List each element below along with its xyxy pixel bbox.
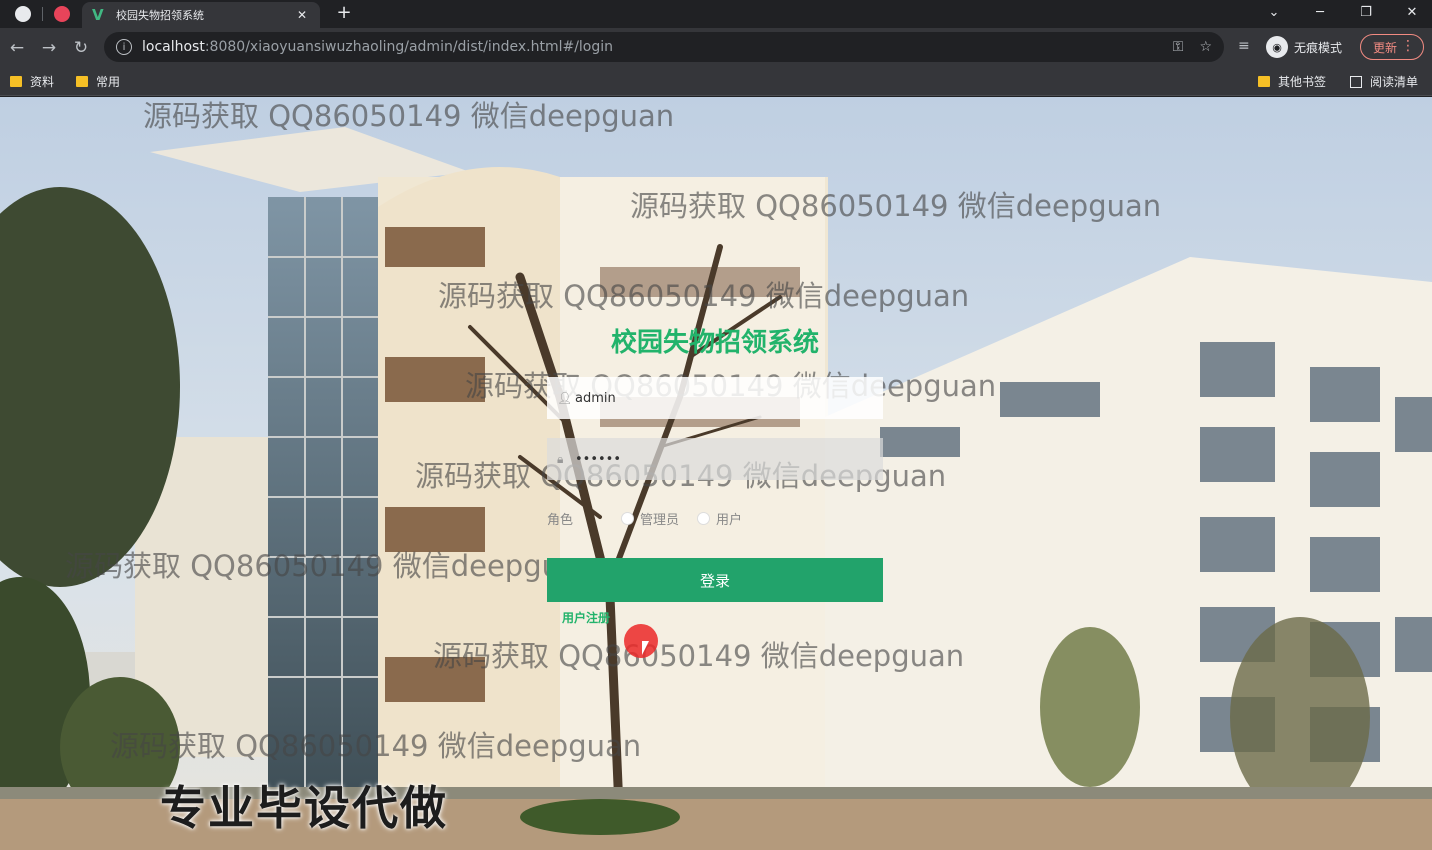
role-option-label[interactable]: 管理员 bbox=[640, 509, 679, 528]
username-field[interactable]: 👤︎ bbox=[547, 377, 883, 419]
role-radio-user[interactable] bbox=[697, 512, 711, 525]
ad-overlay-text: 专业毕设代做 bbox=[160, 781, 448, 835]
minimize-button[interactable]: ─ bbox=[1305, 0, 1335, 24]
user-icon: 👤︎ bbox=[557, 391, 573, 405]
role-radio-admin[interactable] bbox=[621, 512, 635, 525]
forward-icon[interactable]: → bbox=[38, 37, 60, 59]
login-page: 源码获取 QQ86050149 微信deepguan 源码获取 QQ860501… bbox=[0, 97, 1432, 850]
folder-icon bbox=[10, 76, 22, 87]
menu-kebab-icon[interactable]: ⋮ bbox=[1401, 38, 1415, 54]
login-title: 校园失物招领系统 bbox=[610, 328, 819, 358]
watermark-text: 源码获取 QQ86050149 微信deepguan bbox=[630, 189, 1162, 223]
incognito-indicator[interactable]: ◉ 无痕模式 bbox=[1266, 36, 1342, 58]
reading-list-icon bbox=[1350, 75, 1362, 88]
reading-list-label: 阅读清单 bbox=[1370, 75, 1419, 89]
lock-icon: 🔒︎ bbox=[557, 451, 564, 466]
password-field[interactable]: 🔒︎ bbox=[547, 438, 883, 480]
vue-logo-icon: V bbox=[92, 6, 104, 24]
browser-toolbar: ← → ↻ i localhost:8080/xiaoyuansiwuzhaol… bbox=[0, 28, 1432, 66]
folder-icon bbox=[1258, 76, 1270, 87]
watermark-text: 源码获取 QQ86050149 微信deepguan bbox=[143, 99, 675, 133]
restore-button[interactable]: ❐ bbox=[1351, 0, 1381, 24]
media-queue-icon[interactable]: ≡ bbox=[1238, 38, 1250, 54]
pinned-tab-1[interactable] bbox=[4, 0, 42, 28]
watermark-text: 源码获取 QQ86050149 微信deepguan bbox=[65, 549, 597, 583]
folder-icon bbox=[76, 76, 88, 87]
incognito-label: 无痕模式 bbox=[1294, 40, 1343, 55]
url-text[interactable]: localhost:8080/xiaoyuansiwuzhaoling/admi… bbox=[142, 39, 1157, 55]
pinned-tab-2[interactable] bbox=[43, 0, 81, 28]
bookmarks-bar: 资料 常用 其他书签 阅读清单 bbox=[0, 66, 1432, 96]
role-selector: 角色 管理员 用户 bbox=[547, 509, 742, 528]
other-bookmarks-label: 其他书签 bbox=[1278, 75, 1327, 89]
login-button[interactable]: 登录 bbox=[547, 558, 883, 602]
bookmark-label: 资料 bbox=[30, 75, 55, 89]
watermark-text: 源码获取 QQ86050149 微信deepguan bbox=[433, 639, 965, 673]
mouse-cursor-icon bbox=[642, 641, 649, 655]
watermark-text: 源码获取 QQ86050149 微信deepguan bbox=[110, 729, 642, 763]
password-input[interactable] bbox=[575, 451, 865, 467]
tab-close-icon[interactable]: ✕ bbox=[294, 8, 310, 22]
register-link[interactable]: 用户注册 bbox=[562, 609, 610, 626]
key-icon[interactable]: ⚿ bbox=[1173, 39, 1184, 55]
incognito-icon: ◉ bbox=[1266, 36, 1288, 58]
update-button[interactable]: 更新 ⋮ bbox=[1360, 34, 1424, 60]
other-bookmarks[interactable]: 其他书签 bbox=[1258, 73, 1326, 90]
globe-icon bbox=[15, 6, 31, 22]
bookmark-folder-changyong[interactable]: 常用 bbox=[76, 73, 120, 90]
bookmark-label: 常用 bbox=[96, 75, 121, 89]
click-highlight bbox=[624, 624, 658, 658]
reading-list[interactable]: 阅读清单 bbox=[1350, 73, 1418, 90]
tab-search-icon[interactable]: ⌄ bbox=[1259, 0, 1289, 24]
username-input[interactable] bbox=[575, 390, 865, 406]
close-window-button[interactable]: ✕ bbox=[1397, 0, 1427, 24]
update-label: 更新 bbox=[1373, 40, 1398, 55]
tab-strip: V 校园失物招领系统 ✕ + ⌄ ─ ❐ ✕ bbox=[0, 0, 1432, 28]
active-tab[interactable]: V 校园失物招领系统 ✕ bbox=[82, 2, 320, 28]
tab-title: 校园失物招领系统 bbox=[116, 9, 204, 22]
back-icon[interactable]: ← bbox=[6, 37, 28, 59]
reload-icon[interactable]: ↻ bbox=[70, 37, 92, 59]
app-favicon-icon bbox=[54, 6, 70, 22]
bookmark-folder-ziliao[interactable]: 资料 bbox=[10, 73, 54, 90]
watermark-text: 源码获取 QQ86050149 微信deepguan bbox=[438, 279, 970, 313]
role-option-label[interactable]: 用户 bbox=[716, 509, 742, 528]
role-label: 角色 bbox=[547, 513, 574, 528]
site-info-icon[interactable]: i bbox=[116, 39, 132, 55]
address-bar[interactable]: i localhost:8080/xiaoyuansiwuzhaoling/ad… bbox=[104, 32, 1224, 62]
star-icon[interactable]: ☆ bbox=[1199, 39, 1212, 55]
new-tab-button[interactable]: + bbox=[334, 2, 354, 23]
